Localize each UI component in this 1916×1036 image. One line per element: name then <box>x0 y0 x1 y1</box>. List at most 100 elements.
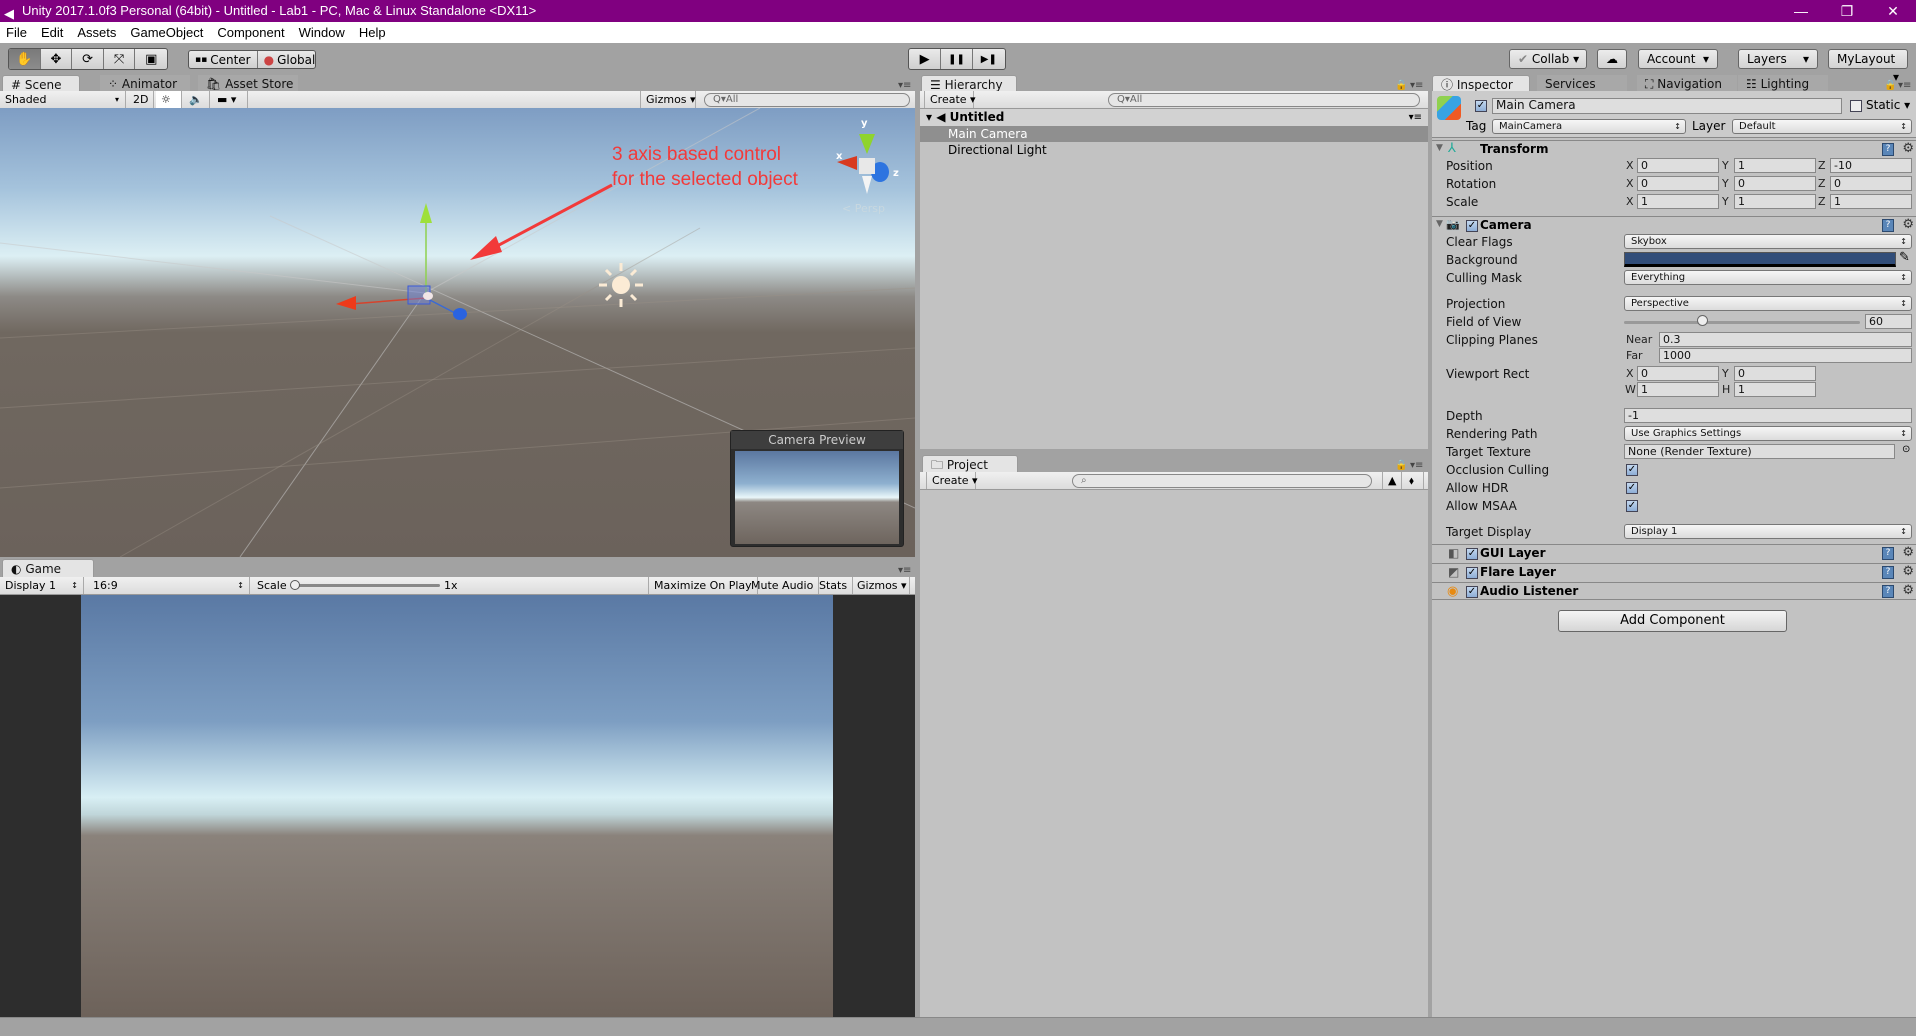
near-input[interactable]: 0.3 <box>1659 332 1912 347</box>
transform-scale-x-input[interactable]: 1 <box>1637 194 1719 209</box>
mute-audio-toggle[interactable]: Mute Audio <box>746 577 820 594</box>
game-view[interactable] <box>0 595 915 1017</box>
move-tool-button[interactable]: ✥ <box>41 49 73 69</box>
menu-edit[interactable]: Edit <box>34 22 70 43</box>
projection-dropdown[interactable]: Perspective <box>1624 296 1912 311</box>
stats-toggle[interactable]: Stats <box>814 577 854 594</box>
audio-toggle[interactable]: 🔈 <box>184 91 210 108</box>
maximize-button[interactable]: ❐ <box>1824 0 1870 22</box>
viewport-h-input[interactable]: 1 <box>1734 382 1816 397</box>
transform-header[interactable]: ▼ ⅄ Transform ? ⚙ <box>1432 140 1916 158</box>
gear-icon[interactable]: ⚙ <box>1902 217 1914 232</box>
layers-dropdown[interactable]: Layers ▾ <box>1738 49 1818 69</box>
scene-view[interactable]: 3 axis based control for the selected ob… <box>0 108 915 557</box>
directional-light-icon[interactable] <box>599 263 643 307</box>
object-name-input[interactable]: Main Camera <box>1492 98 1842 114</box>
panel-menu-icon[interactable]: ▾≡ <box>1410 460 1423 471</box>
hand-tool-button[interactable]: ✋ <box>9 49 41 69</box>
far-input[interactable]: 1000 <box>1659 348 1912 363</box>
panel-menu-icon[interactable]: ▾≡ <box>1898 80 1911 91</box>
scene-search-input[interactable]: Q▾All <box>704 93 910 107</box>
filter-by-label-button[interactable]: ⬧ <box>1404 472 1424 489</box>
clear-flags-dropdown[interactable]: Skybox <box>1624 234 1912 249</box>
background-color-field[interactable] <box>1624 252 1896 267</box>
cloud-button[interactable]: ☁ <box>1597 49 1627 69</box>
transform-position-x-input[interactable]: 0 <box>1637 158 1719 173</box>
menu-file[interactable]: File <box>0 22 34 43</box>
viewport-x-input[interactable]: 0 <box>1637 366 1719 381</box>
gizmos-dropdown[interactable]: Gizmos ▾ <box>640 91 696 108</box>
camera-enabled-checkbox[interactable]: ✓ <box>1466 220 1478 232</box>
move-gizmo[interactable] <box>336 203 467 320</box>
close-button[interactable]: ✕ <box>1870 0 1916 22</box>
transform-scale-z-input[interactable]: 1 <box>1830 194 1912 209</box>
tag-dropdown[interactable]: MainCamera <box>1492 119 1686 134</box>
filter-by-type-button[interactable]: ▲ <box>1382 472 1402 489</box>
rendering-path-dropdown[interactable]: Use Graphics Settings <box>1624 426 1912 441</box>
allow-hdr-checkbox[interactable]: ✓ <box>1626 482 1638 494</box>
maximize-on-play-toggle[interactable]: Maximize On Play <box>648 577 758 594</box>
help-icon[interactable]: ? <box>1882 547 1894 560</box>
static-checkbox[interactable] <box>1850 100 1862 112</box>
active-checkbox[interactable]: ✓ <box>1475 100 1487 112</box>
gear-icon[interactable]: ⚙ <box>1902 564 1914 579</box>
menu-window[interactable]: Window <box>292 22 352 43</box>
viewport-y-input[interactable]: 0 <box>1734 366 1816 381</box>
gear-icon[interactable]: ⚙ <box>1902 545 1914 560</box>
eyedropper-icon[interactable]: ✎ <box>1899 250 1910 265</box>
viewport-w-input[interactable]: 1 <box>1637 382 1719 397</box>
project-search-input[interactable]: ⌕ <box>1072 474 1372 488</box>
audio-listener-checkbox[interactable]: ✓ <box>1466 586 1478 598</box>
draw-mode-dropdown[interactable]: Shaded ▾ <box>0 91 126 108</box>
project-create-button[interactable]: Create ▾ <box>926 472 978 489</box>
effects-dropdown[interactable]: ▬ ▾ <box>212 91 248 108</box>
flare-layer-checkbox[interactable]: ✓ <box>1466 567 1478 579</box>
account-dropdown[interactable]: Account ▾ <box>1638 49 1718 69</box>
panel-menu-icon[interactable]: ▾≡ <box>898 565 911 576</box>
menu-assets[interactable]: Assets <box>70 22 123 43</box>
fov-slider-thumb[interactable] <box>1696 315 1708 326</box>
gear-icon[interactable]: ⚙ <box>1902 583 1914 598</box>
lock-icon[interactable]: 🔒 <box>1395 460 1407 471</box>
scale-tool-button[interactable]: ⤧ <box>104 49 136 69</box>
audio-listener-header[interactable]: ◉ ✓ Audio Listener ? ⚙ <box>1432 582 1916 600</box>
hierarchy-item-main-camera[interactable]: Main Camera <box>920 126 1428 142</box>
help-icon[interactable]: ? <box>1882 566 1894 579</box>
transform-rotation-y-input[interactable]: 0 <box>1734 176 1816 191</box>
help-icon[interactable]: ? <box>1882 219 1894 232</box>
flare-layer-header[interactable]: ◩ ✓ Flare Layer ? ⚙ <box>1432 563 1916 581</box>
persp-label[interactable]: < Persp <box>842 202 885 215</box>
target-texture-field[interactable]: None (Render Texture) <box>1624 444 1895 459</box>
lock-icon[interactable]: 🔒 <box>1395 80 1407 91</box>
add-component-button[interactable]: Add Component <box>1558 610 1787 632</box>
menu-gameobject[interactable]: GameObject <box>123 22 210 43</box>
culling-mask-dropdown[interactable]: Everything <box>1624 270 1912 285</box>
collab-button[interactable]: ✔ Collab ▾ <box>1509 49 1587 69</box>
camera-header[interactable]: ▼ 📷 ✓ Camera ? ⚙ <box>1432 216 1916 234</box>
transform-scale-y-input[interactable]: 1 <box>1734 194 1816 209</box>
panel-menu-icon[interactable]: ▾≡ <box>898 80 911 91</box>
tab-game[interactable]: ◐ Game <box>2 559 94 577</box>
help-icon[interactable]: ? <box>1882 143 1894 156</box>
play-button[interactable]: ▶ <box>909 49 942 69</box>
transform-position-y-input[interactable]: 1 <box>1734 158 1816 173</box>
transform-rotation-x-input[interactable]: 0 <box>1637 176 1719 191</box>
pivot-rotation-button[interactable]: ● Global <box>258 51 315 68</box>
toggle-2d-button[interactable]: 2D <box>128 91 154 108</box>
panel-menu-icon[interactable]: ▾≡ <box>1410 80 1423 91</box>
scale-thumb[interactable] <box>290 580 300 590</box>
occlusion-culling-checkbox[interactable]: ✓ <box>1626 464 1638 476</box>
transform-position-z-input[interactable]: -10 <box>1830 158 1912 173</box>
minimize-button[interactable]: — <box>1778 0 1824 22</box>
allow-msaa-checkbox[interactable]: ✓ <box>1626 500 1638 512</box>
hierarchy-search-input[interactable]: Q▾All <box>1108 93 1420 107</box>
gui-layer-header[interactable]: ◧ ✓ GUI Layer ? ⚙ <box>1432 544 1916 562</box>
hierarchy-item-directional-light[interactable]: Directional Light <box>920 142 1428 158</box>
aspect-dropdown[interactable]: 16:9 ↕ <box>88 577 250 594</box>
game-gizmos-dropdown[interactable]: Gizmos ▾ <box>852 577 910 594</box>
lighting-toggle[interactable]: ☼ <box>156 91 182 108</box>
rotate-tool-button[interactable]: ⟳ <box>72 49 104 69</box>
layout-dropdown[interactable]: MyLayout ▾ <box>1828 49 1908 84</box>
help-icon[interactable]: ? <box>1882 585 1894 598</box>
scene-row[interactable]: ▾ ◀ Untitled ▾≡ <box>920 109 1428 126</box>
